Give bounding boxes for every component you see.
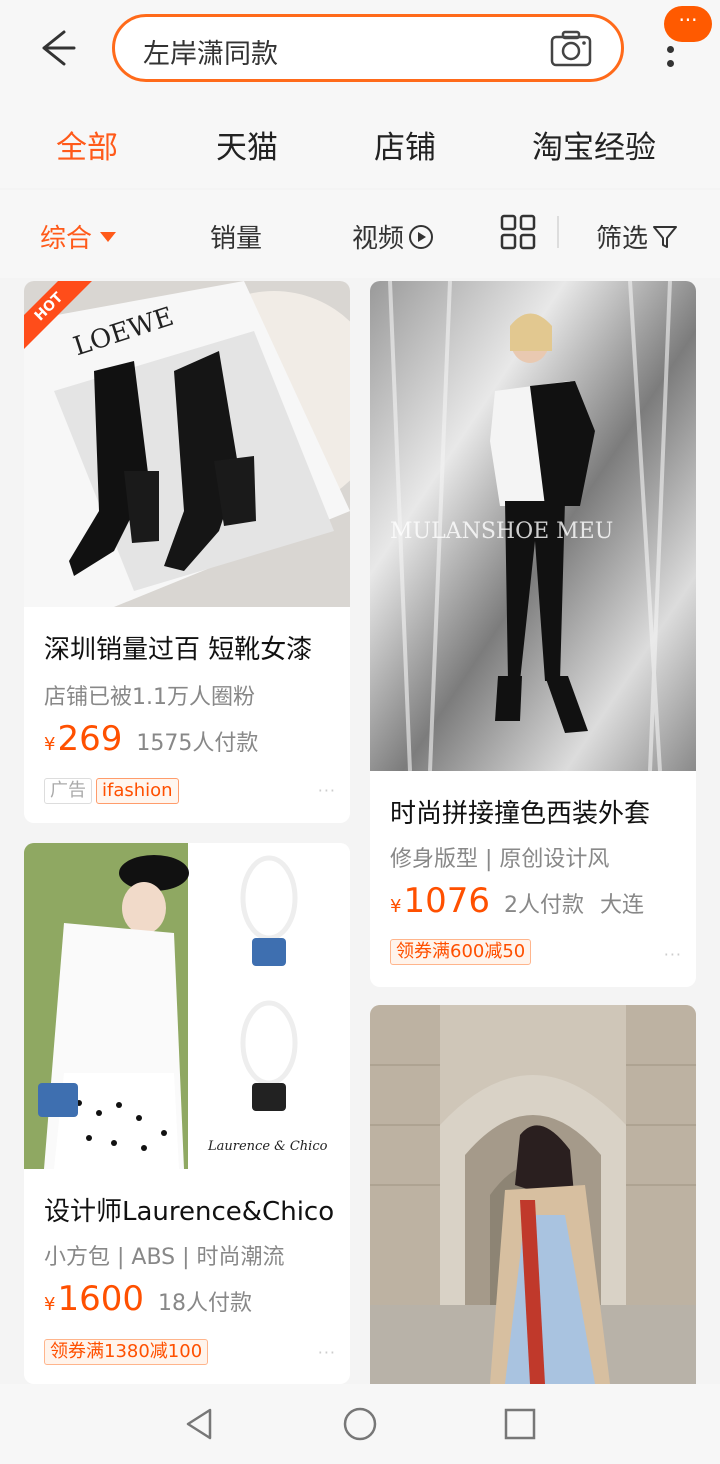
tab-shop[interactable]: 店铺 [374,122,436,167]
more-options-icon[interactable]: ··· [664,945,682,964]
hot-label: HOT [24,281,94,351]
message-badge[interactable]: ··· [664,6,712,42]
camera-icon[interactable] [549,30,593,68]
product-title[interactable]: 设计师Laurence&Chico [44,1191,334,1228]
search-query: 左岸潇同款 [143,39,278,70]
product-title[interactable]: 时尚拼接撞色西装外套 [390,793,650,830]
sort-video[interactable]: 视频 [352,218,434,255]
paid-count: 2人付款 [503,893,584,918]
more-options-icon[interactable]: ··· [318,781,336,800]
price-row: ¥ 1600 18人付款 [44,1279,252,1319]
product-price: 269 [57,719,123,759]
price-row: ¥ 1076 2人付款 大连 [390,881,644,921]
more-options-icon[interactable]: ··· [318,1343,336,1362]
play-circle-icon [409,224,434,249]
search-input[interactable]: 左岸潇同款 [112,14,624,82]
currency-symbol: ¥ [44,734,56,755]
nav-back-icon[interactable] [182,1406,218,1442]
grid-view-icon[interactable] [500,214,536,250]
image-watermark-text: MULANSHOE MEU [390,519,614,544]
product-card[interactable]: MULANSHOE MEU 时尚拼接撞色西装外套 修身版型 | 原创设计风 ¥ … [370,281,696,987]
product-card[interactable]: Laurence & Chico 设计师Laurence&Chico 小方包 |… [24,843,350,1384]
top-bar: 左岸潇同款 ··· [0,0,720,100]
sort-sales[interactable]: 销量 [210,218,262,255]
ifashion-tag: ifashion [96,778,179,804]
tab-experience[interactable]: 淘宝经验 [532,122,656,167]
back-arrow-icon[interactable] [34,26,78,70]
more-menu-icon[interactable] [667,46,677,74]
price-row: ¥ 269 1575人付款 [44,719,258,759]
product-card[interactable] [370,1005,696,1384]
paid-count: 18人付款 [157,1291,252,1316]
coupon-tag: 领券满1380减100 [44,1339,209,1365]
currency-symbol: ¥ [44,1294,56,1315]
sort-bar: 综合 销量 视频 筛选 [0,190,720,278]
image-brand-text: Laurence & Chico [208,1139,328,1154]
product-subtitle: 店铺已被1.1万人圈粉 [44,685,255,710]
tab-tmall[interactable]: 天猫 [216,122,278,167]
funnel-icon [653,225,678,248]
filter-label: 筛选 [596,224,649,254]
product-image[interactable] [370,1005,696,1384]
coupon-tag: 领券满600减50 [390,939,532,965]
system-nav-bar [0,1384,720,1464]
product-subtitle: 小方包 | ABS | 时尚潮流 [44,1245,285,1270]
paid-count: 1575人付款 [136,731,259,756]
caret-down-icon [100,231,117,242]
sort-divider [557,216,559,248]
product-title[interactable]: 深圳销量过百 短靴女漆 [44,629,312,666]
product-price: 1076 [403,881,490,921]
category-tabs: 全部 天猫 店铺 淘宝经验 [0,100,720,188]
product-subtitle: 修身版型 | 原创设计风 [390,847,610,872]
product-image[interactable]: MULANSHOE MEU [370,281,696,771]
sort-comprehensive-label: 综合 [40,224,93,254]
hot-badge: HOT [24,281,94,351]
sort-comprehensive[interactable]: 综合 [40,218,117,255]
nav-home-icon[interactable] [342,1406,378,1442]
product-card[interactable]: LOEWE HOT 深圳销量过百 短靴女漆 店铺已被1.1万人圈粉 ¥ 269 … [24,281,350,823]
seller-location: 大连 [599,893,644,918]
product-price: 1600 [57,1279,144,1319]
tab-all[interactable]: 全部 [56,122,118,167]
filter-button[interactable]: 筛选 [596,218,678,255]
nav-recents-icon[interactable] [502,1406,538,1442]
currency-symbol: ¥ [390,896,402,917]
sort-video-label: 视频 [352,224,405,254]
ad-tag: 广告 [44,778,92,804]
product-image[interactable]: Laurence & Chico [24,843,350,1169]
